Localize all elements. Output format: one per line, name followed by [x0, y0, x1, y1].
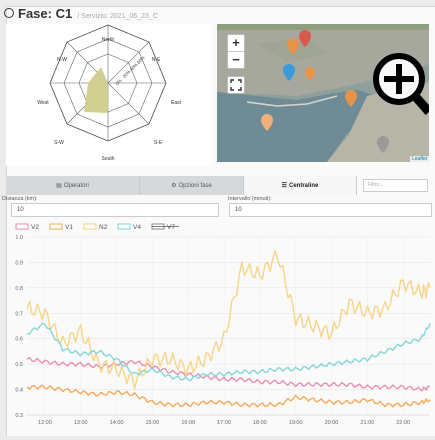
x-tick-label: 14:00	[110, 420, 124, 426]
tab-centraline[interactable]: ☰ Centraline	[244, 176, 357, 195]
zoom-out-button[interactable]: −	[228, 51, 244, 68]
legend-swatch-v4	[117, 223, 131, 230]
wind-rose-ring-label: 0%	[115, 78, 123, 86]
wind-rose-chart: North N-E East S-E South S-W West N-W 0%…	[37, 24, 182, 162]
legend-label-n2: N2	[99, 224, 108, 231]
legend-label-v1: V1	[65, 224, 73, 231]
service-name: Servizio: 2021_06_23_C	[81, 13, 158, 20]
wifi-icon: ☰	[281, 183, 288, 189]
wind-rose-ring-label: 60%	[136, 55, 146, 65]
x-tick-label: 20:00	[325, 420, 339, 426]
filter-wrapper: Filtro...	[357, 176, 435, 195]
wind-rose-label-ne: N-E	[152, 57, 161, 63]
series-line-v4	[26, 322, 431, 382]
wind-rose-label-sw: S-W	[54, 140, 64, 146]
phase-title: Fase: C1	[18, 6, 73, 21]
y-tick-label: 0.6	[15, 337, 23, 343]
filter-input[interactable]: Filtro...	[363, 179, 428, 192]
y-tick-label: 0.7	[15, 311, 23, 317]
tab-operatori[interactable]: ▤ Operatori	[6, 176, 140, 195]
interval-label: Intervallo (minuti):	[228, 196, 272, 202]
x-tick-label: 22:00	[396, 420, 410, 426]
series-line-v1	[26, 384, 431, 408]
x-tick-label: 17:00	[217, 420, 231, 426]
legend-swatch-v1	[49, 223, 63, 230]
series-line-v2	[26, 356, 431, 392]
x-tick-label: 16:00	[181, 420, 195, 426]
map-background	[217, 24, 429, 162]
x-tick-label: 18:00	[253, 420, 267, 426]
series-line-n2	[26, 250, 431, 390]
wind-rose-label-east: East	[171, 100, 182, 106]
wind-rose-label-se: S-E	[154, 140, 163, 146]
circle-icon	[4, 8, 14, 18]
y-tick-label: 0.5	[15, 362, 23, 368]
y-tick-label: 0.9	[15, 260, 23, 266]
map-green-strip	[217, 24, 429, 30]
y-tick-label: 0.8	[15, 286, 23, 292]
distance-label: Distanza (km):	[2, 196, 38, 202]
fullscreen-button[interactable]	[227, 76, 245, 94]
fullscreen-icon	[230, 79, 242, 91]
distance-input[interactable]: 10	[11, 203, 219, 217]
x-tick-label: 19:00	[289, 420, 303, 426]
list-icon: ▤	[56, 183, 62, 189]
y-tick-label: 1.0	[15, 235, 23, 241]
phase-header: Fase: C1 / Servizio: 2021_06_23_C	[4, 6, 158, 22]
y-tick-label: 0.3	[15, 413, 23, 419]
settings-icon: ⚙	[171, 183, 177, 189]
map-attribution[interactable]: Leaflet	[409, 156, 429, 162]
wind-rose-label-north: North	[102, 37, 114, 43]
tab-label: Opzioni fase	[178, 182, 212, 189]
x-tick-label: 21:00	[360, 420, 374, 426]
legend-swatch-n2	[83, 223, 97, 230]
legend-swatch-v2	[15, 223, 29, 230]
y-tick-label: 0.4	[15, 388, 23, 394]
tab-opzioni-fase[interactable]: ⚙ Opzioni fase	[140, 176, 244, 195]
zoom-in-button[interactable]: +	[228, 35, 244, 51]
map-panel[interactable]: + − Leaflet	[217, 24, 429, 162]
legend-label-v7: V7	[167, 224, 175, 231]
wind-rose-label-nw: N-W	[57, 57, 67, 63]
x-tick-label: 12:00	[38, 420, 52, 426]
wind-rose-label-west: West	[37, 100, 49, 106]
wind-rose-label-south: South	[101, 156, 114, 162]
map-zoom-control: + −	[227, 34, 245, 69]
breadcrumb-separator: /	[77, 13, 80, 20]
wind-rose-sector-sw	[84, 67, 108, 113]
tab-label: Operatori	[63, 182, 89, 189]
legend-label-v2: V2	[31, 224, 39, 231]
interval-input[interactable]: 10	[229, 203, 432, 217]
x-tick-label: 15:00	[145, 420, 159, 426]
tab-bar: ▤ Operatori ⚙ Opzioni fase ☰ Centraline …	[6, 176, 435, 195]
x-tick-label: 13:00	[74, 420, 88, 426]
legend-label-v4: V4	[133, 224, 141, 231]
wind-rose-panel: North N-E East S-E South S-W West N-W 0%…	[6, 24, 212, 166]
line-chart-svg: 0.3 0.4 0.5 0.6 0.7 0.8 0.9 1.0 12:00 13:00 14:00 1…	[15, 223, 431, 426]
line-chart: 0.3 0.4 0.5 0.6 0.7 0.8 0.9 1.0 12:00 13:00 14:00 1…	[6, 220, 435, 435]
tab-label: Centraline	[289, 182, 319, 189]
